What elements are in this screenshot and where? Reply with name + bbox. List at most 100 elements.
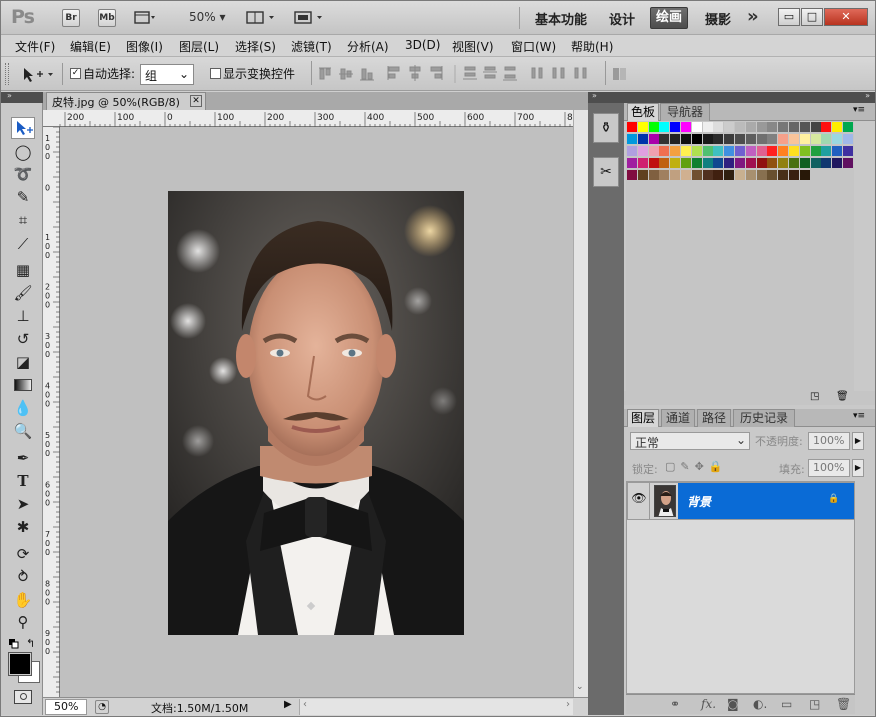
- color-swatch[interactable]: [843, 158, 853, 168]
- opacity-slider-button[interactable]: ▶: [852, 432, 864, 450]
- foreground-color-swatch[interactable]: [8, 652, 32, 676]
- color-swatch[interactable]: [724, 122, 735, 132]
- color-swatch[interactable]: [767, 158, 778, 168]
- layer-name-cell[interactable]: 背景 🔒: [678, 483, 854, 519]
- color-swatch[interactable]: [681, 122, 691, 132]
- color-swatch[interactable]: [670, 122, 681, 132]
- color-swatch[interactable]: [637, 146, 648, 156]
- new-layer-icon[interactable]: ◳: [809, 697, 820, 711]
- status-menu-arrow-icon[interactable]: ▶: [284, 699, 296, 715]
- color-swatch[interactable]: [821, 134, 832, 144]
- color-swatch[interactable]: [691, 146, 702, 156]
- color-swatch[interactable]: [670, 134, 681, 144]
- minimize-button[interactable]: ▭: [778, 8, 800, 26]
- link-layers-icon[interactable]: ⚭: [670, 697, 680, 711]
- marquee-tool[interactable]: ◯: [11, 141, 35, 163]
- crop-tool[interactable]: ⌗: [11, 209, 35, 231]
- quick-mask-button[interactable]: [14, 690, 32, 704]
- color-swatch[interactable]: [637, 134, 648, 144]
- color-swatch[interactable]: [702, 122, 713, 132]
- align-distribute-buttons[interactable]: [317, 63, 607, 85]
- color-swatch[interactable]: [724, 170, 735, 180]
- menu-image[interactable]: 图像(I): [126, 38, 163, 55]
- color-swatch[interactable]: [735, 122, 745, 132]
- adjustment-layer-icon[interactable]: ◐.: [753, 697, 767, 711]
- history-brush-tool[interactable]: ↺: [11, 328, 35, 350]
- pen-tool[interactable]: ✒: [11, 447, 35, 469]
- menu-3d[interactable]: 3D(D): [405, 38, 440, 52]
- auto-align-layers-icon[interactable]: [611, 64, 629, 84]
- bridge-button[interactable]: Br: [62, 9, 80, 27]
- color-swatch[interactable]: [843, 146, 853, 156]
- color-swatch[interactable]: [832, 134, 843, 144]
- color-swatch[interactable]: [713, 158, 724, 168]
- color-swatch[interactable]: [735, 134, 745, 144]
- status-info-icon[interactable]: ◔: [95, 700, 109, 714]
- color-swatch[interactable]: [767, 134, 778, 144]
- lock-pixels-icon[interactable]: ✎: [680, 460, 694, 473]
- color-swatch[interactable]: [810, 122, 821, 132]
- view-extras-icon[interactable]: [134, 10, 156, 25]
- zoom-tool[interactable]: ⚲: [11, 611, 35, 633]
- scroll-left-icon[interactable]: ‹: [303, 699, 307, 710]
- color-swatch[interactable]: [691, 134, 702, 144]
- tab-navigator[interactable]: 导航器: [660, 103, 710, 121]
- color-swatch[interactable]: [810, 158, 821, 168]
- color-swatch[interactable]: [681, 146, 691, 156]
- move-tool[interactable]: [11, 117, 35, 139]
- color-swatch[interactable]: [789, 158, 799, 168]
- menu-filter[interactable]: 滤镜(T): [291, 38, 332, 55]
- document-image[interactable]: [168, 191, 464, 635]
- eye-icon[interactable]: 👁: [630, 491, 648, 509]
- hand-tool[interactable]: ✋: [11, 589, 35, 611]
- gradient-tool[interactable]: [11, 374, 35, 396]
- color-swatch[interactable]: [789, 122, 799, 132]
- scroll-right-icon[interactable]: ›: [566, 699, 570, 710]
- workspace-design[interactable]: 设计: [609, 9, 635, 28]
- panel-menu-icon[interactable]: ▾≡: [853, 411, 865, 421]
- lock-transparent-icon[interactable]: ▢: [665, 460, 680, 473]
- color-swatch[interactable]: [681, 134, 691, 144]
- color-swatch[interactable]: [627, 134, 637, 144]
- path-selection-tool[interactable]: ➤: [11, 493, 35, 515]
- color-swatch[interactable]: [724, 134, 735, 144]
- workspace-photography[interactable]: 摄影: [705, 9, 731, 28]
- color-swatch[interactable]: [681, 158, 691, 168]
- color-swatch[interactable]: [756, 146, 767, 156]
- color-swatch[interactable]: [735, 146, 745, 156]
- blur-tool[interactable]: 💧: [11, 397, 35, 419]
- opacity-field[interactable]: 100%: [808, 432, 850, 450]
- close-button[interactable]: ✕: [824, 8, 868, 26]
- color-swatch[interactable]: [767, 146, 778, 156]
- blend-mode-select[interactable]: 正常 ⌄: [630, 432, 750, 450]
- tool-preset-picker[interactable]: [21, 65, 57, 83]
- fill-field[interactable]: 100%: [808, 459, 850, 477]
- tab-history[interactable]: 历史记录: [733, 409, 795, 427]
- color-swatch[interactable]: [648, 122, 659, 132]
- document-tab[interactable]: 皮特.jpg @ 50%(RGB/8) ✕: [46, 92, 206, 110]
- menu-analysis[interactable]: 分析(A): [347, 38, 389, 55]
- fill-slider-button[interactable]: ▶: [852, 459, 864, 477]
- dodge-tool[interactable]: 🔍: [11, 420, 35, 442]
- color-swatch[interactable]: [767, 170, 778, 180]
- color-swatch[interactable]: [724, 158, 735, 168]
- panel-menu-icon[interactable]: ▾≡: [853, 105, 865, 115]
- show-transform-controls-checkbox[interactable]: [210, 68, 221, 79]
- color-swatch[interactable]: [627, 146, 637, 156]
- lock-all-icon[interactable]: 🔒: [709, 460, 728, 473]
- brush-presets-button[interactable]: ⚱: [593, 113, 619, 143]
- color-swatch[interactable]: [745, 158, 756, 168]
- dock-header[interactable]: »: [588, 91, 624, 103]
- color-swatch[interactable]: [702, 158, 713, 168]
- color-swatch[interactable]: [756, 122, 767, 132]
- menu-window[interactable]: 窗口(W): [511, 38, 556, 55]
- color-swatch[interactable]: [659, 170, 670, 180]
- default-colors-icon[interactable]: [9, 638, 19, 649]
- color-swatch[interactable]: [821, 158, 832, 168]
- color-swatch[interactable]: [810, 134, 821, 144]
- color-swatch[interactable]: [659, 158, 670, 168]
- color-swatch[interactable]: [691, 122, 702, 132]
- color-swatch[interactable]: [767, 122, 778, 132]
- color-swatch[interactable]: [670, 158, 681, 168]
- color-swatch[interactable]: [627, 158, 637, 168]
